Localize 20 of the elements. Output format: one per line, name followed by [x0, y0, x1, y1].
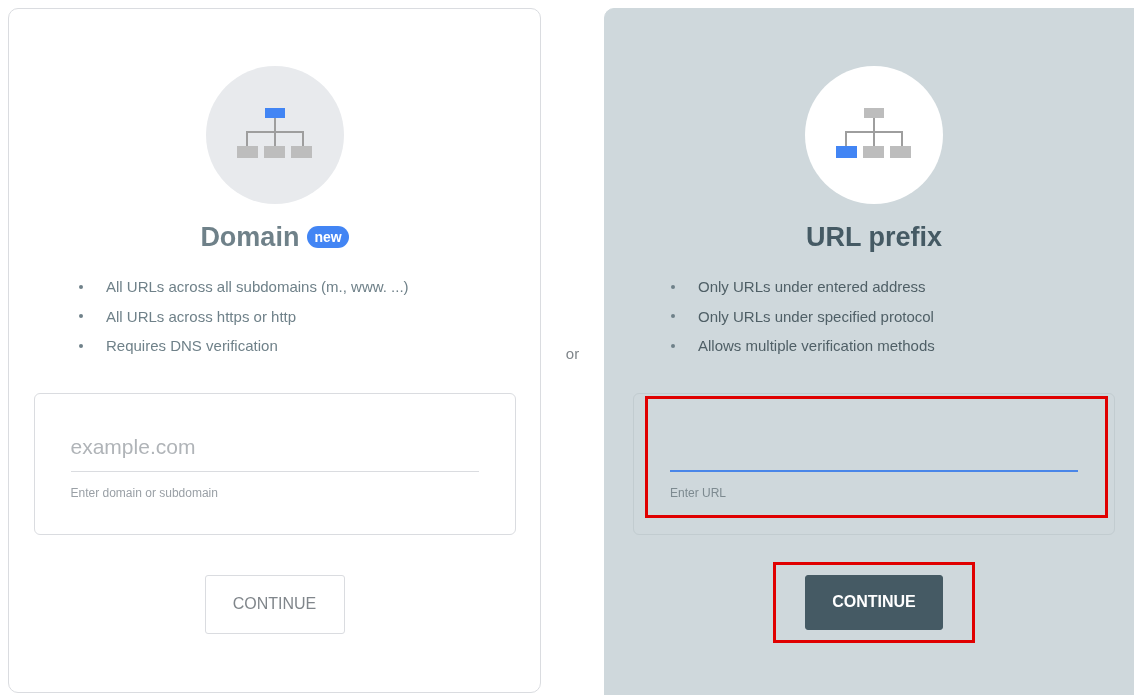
feature-text: Only URLs under entered address — [698, 278, 926, 296]
feature-text: Allows multiple verification methods — [698, 337, 935, 355]
new-badge: new — [307, 226, 349, 248]
continue-button[interactable]: CONTINUE — [805, 574, 943, 630]
helper-text: Enter domain or subdomain — [70, 485, 218, 500]
bullet-icon — [671, 284, 675, 289]
bullet-icon — [671, 314, 675, 319]
feature-text: All URLs across https or http — [106, 307, 297, 325]
feature-text: Requires DNS verification — [106, 337, 278, 355]
option-title: URL prefix — [806, 221, 942, 253]
option-title: Domain — [200, 221, 300, 253]
or-separator: or — [565, 344, 580, 362]
option-card[interactable]: URL prefix Only URLs under entered address Only URLs under specified protocol Allows multiple verification methods Enter URL CONTINUE — [604, 8, 1134, 695]
feature-text: Only URLs under specified protocol — [698, 307, 934, 325]
bullet-icon — [79, 284, 83, 289]
feature-text: All URLs across all subdomains (m., www. ...) — [106, 278, 409, 296]
helper-text: Enter URL — [670, 485, 727, 500]
bullet-icon — [79, 343, 83, 348]
bullet-icon — [79, 314, 83, 319]
bullet-icon — [671, 343, 675, 348]
